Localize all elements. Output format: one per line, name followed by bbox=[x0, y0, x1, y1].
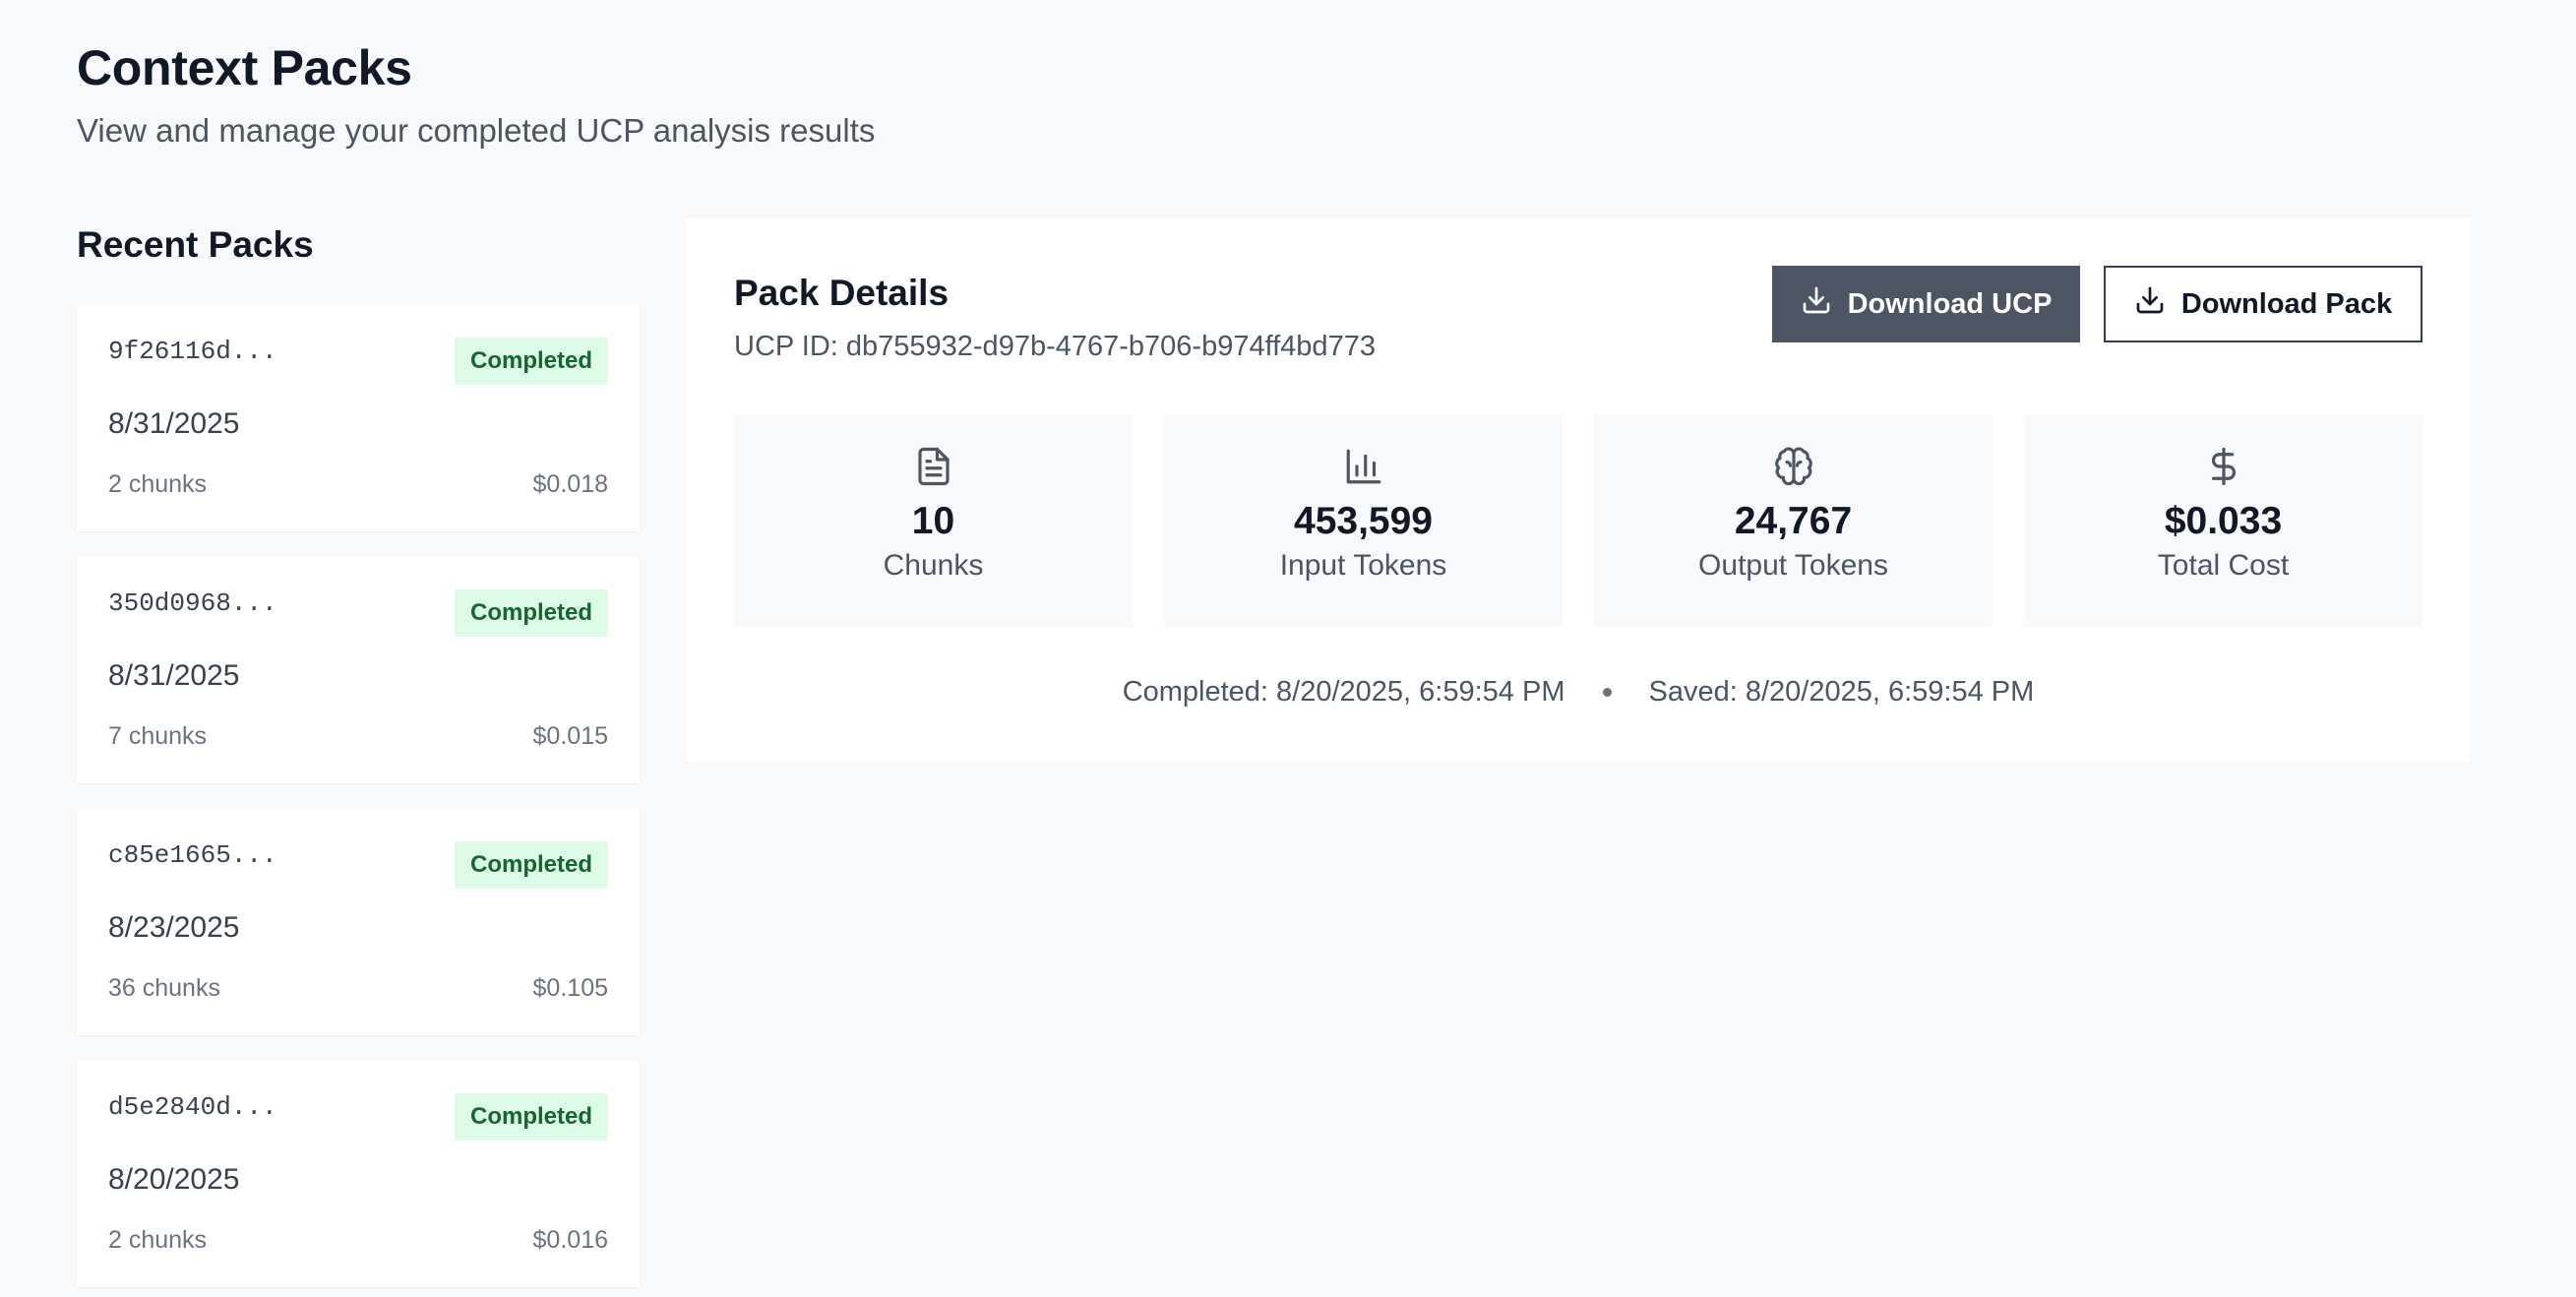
download-icon bbox=[1801, 284, 1832, 324]
pack-chunks: 36 chunks bbox=[108, 974, 220, 1002]
page-subtitle: View and manage your completed UCP analy… bbox=[77, 112, 876, 149]
pack-card[interactable]: d5e2840d... Completed 8/20/2025 2 chunks… bbox=[77, 1060, 640, 1287]
download-pack-button[interactable]: Download Pack bbox=[2104, 266, 2423, 342]
pack-date: 8/31/2025 bbox=[108, 659, 240, 692]
pack-id: 9f26116d... bbox=[108, 337, 277, 366]
stat-card-output-tokens: 24,767 Output Tokens bbox=[1594, 415, 1993, 627]
stat-label: Total Cost bbox=[2157, 549, 2290, 582]
pack-details-title: Pack Details bbox=[734, 273, 950, 313]
dollar-icon bbox=[2203, 445, 2244, 488]
pack-id: d5e2840d... bbox=[108, 1092, 277, 1122]
ucp-id: UCP ID: db755932-d97b-4767-b706-b974ff4b… bbox=[734, 331, 1376, 362]
context-packs-page: Context Packs View and manage your compl… bbox=[0, 0, 2576, 1297]
recent-packs-list: 9f26116d... Completed 8/31/2025 2 chunks… bbox=[77, 304, 640, 1297]
pack-id: 350d0968... bbox=[108, 588, 277, 618]
pack-id: c85e1665... bbox=[108, 840, 277, 870]
stat-label: Output Tokens bbox=[1698, 549, 1888, 582]
saved-timestamp: Saved: 8/20/2025, 6:59:54 PM bbox=[1648, 676, 2035, 708]
pack-cost: $0.018 bbox=[532, 470, 608, 498]
stat-label: Chunks bbox=[883, 549, 984, 582]
status-badge: Completed bbox=[454, 338, 608, 385]
pack-cost: $0.016 bbox=[532, 1226, 608, 1254]
pack-date: 8/23/2025 bbox=[108, 911, 240, 944]
stat-value: 453,599 bbox=[1294, 500, 1433, 542]
recent-packs-title: Recent Packs bbox=[77, 224, 314, 265]
download-pack-label: Download Pack bbox=[2180, 287, 2393, 320]
pack-chunks: 2 chunks bbox=[108, 470, 208, 498]
document-icon bbox=[913, 445, 954, 488]
pack-cost: $0.105 bbox=[532, 974, 608, 1002]
completed-timestamp: Completed: 8/20/2025, 6:59:54 PM bbox=[1122, 676, 1565, 708]
stat-value: 10 bbox=[911, 500, 955, 542]
pack-date: 8/20/2025 bbox=[108, 1163, 240, 1196]
status-badge: Completed bbox=[454, 841, 608, 889]
pack-chunks: 7 chunks bbox=[108, 722, 208, 750]
pack-card[interactable]: 9f26116d... Completed 8/31/2025 2 chunks… bbox=[77, 304, 640, 531]
pack-chunks: 2 chunks bbox=[108, 1226, 208, 1254]
stat-label: Input Tokens bbox=[1279, 549, 1447, 582]
stat-card-chunks: 10 Chunks bbox=[734, 415, 1133, 627]
download-ucp-label: Download UCP bbox=[1847, 287, 2053, 320]
pack-date: 8/31/2025 bbox=[108, 407, 240, 440]
pack-timestamps: Completed: 8/20/2025, 6:59:54 PM Saved: … bbox=[687, 676, 2470, 709]
separator-dot bbox=[1602, 688, 1612, 697]
stat-value: 24,767 bbox=[1734, 500, 1853, 542]
stat-card-input-tokens: 453,599 Input Tokens bbox=[1164, 415, 1563, 627]
bar-chart-icon bbox=[1343, 445, 1384, 488]
page-title: Context Packs bbox=[77, 40, 412, 95]
pack-card[interactable]: c85e1665... Completed 8/23/2025 36 chunk… bbox=[77, 808, 640, 1035]
pack-card[interactable]: 350d0968... Completed 8/31/2025 7 chunks… bbox=[77, 556, 640, 783]
pack-cost: $0.015 bbox=[532, 722, 608, 750]
pack-details-panel: Pack Details UCP ID: db755932-d97b-4767-… bbox=[687, 218, 2470, 762]
download-icon bbox=[2134, 284, 2166, 324]
stat-card-total-cost: $0.033 Total Cost bbox=[2024, 415, 2423, 627]
download-ucp-button[interactable]: Download UCP bbox=[1772, 266, 2080, 342]
brain-icon bbox=[1773, 445, 1814, 488]
stat-value: $0.033 bbox=[2164, 500, 2283, 542]
status-badge: Completed bbox=[454, 1093, 608, 1141]
status-badge: Completed bbox=[454, 589, 608, 637]
